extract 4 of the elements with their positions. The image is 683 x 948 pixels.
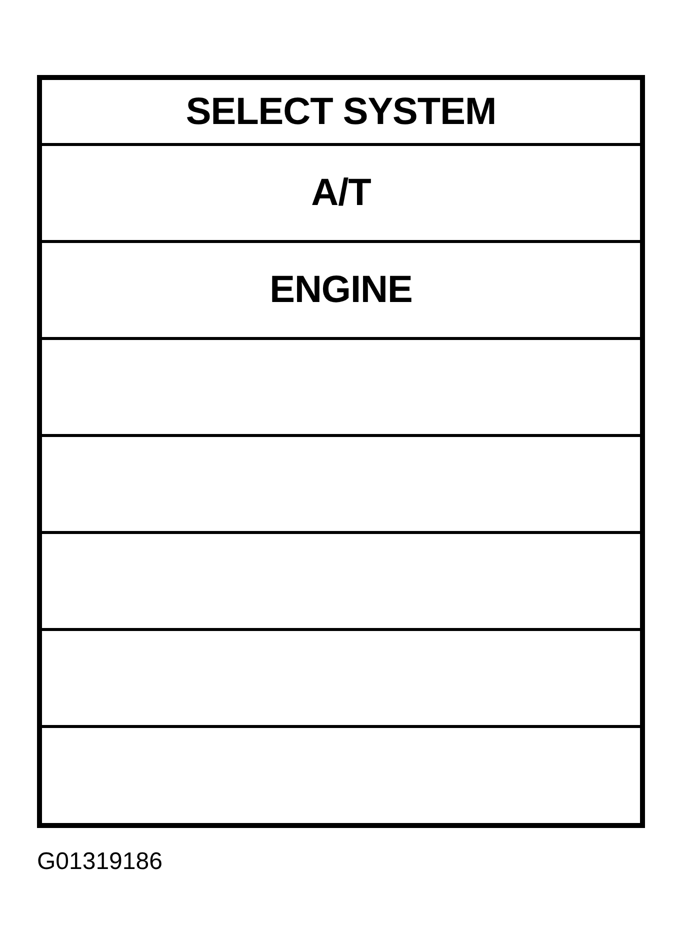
figure-id: G01319186 — [37, 850, 162, 874]
menu-item[interactable]: A/T — [311, 174, 371, 212]
menu-title: SELECT SYSTEM — [186, 92, 496, 130]
menu-item[interactable]: ENGINE — [270, 271, 412, 309]
